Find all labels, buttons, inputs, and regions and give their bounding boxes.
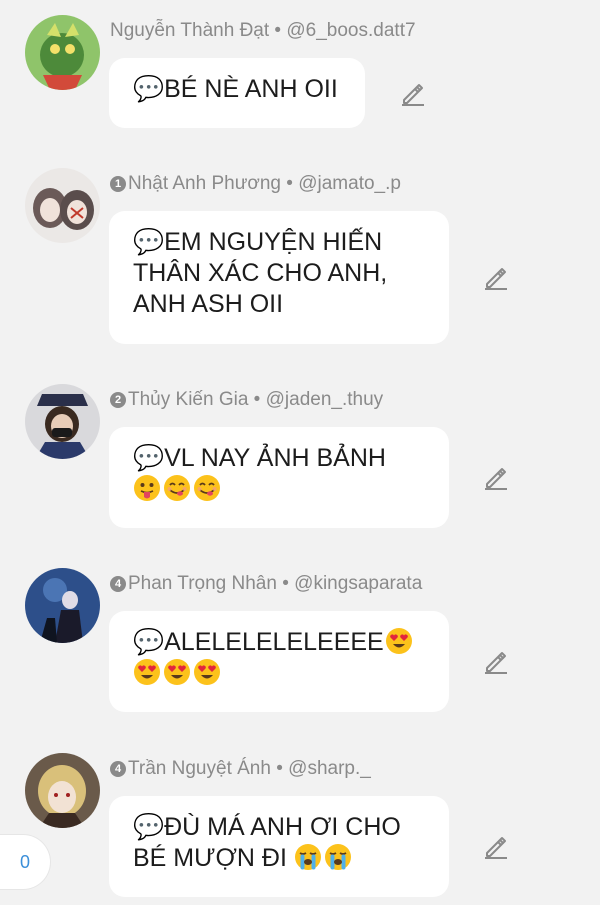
comment-bubble[interactable]: 💬ALELELELELEEEE <box>109 611 449 712</box>
emoji-line <box>133 658 425 689</box>
emoji-line <box>133 474 425 505</box>
author-handle[interactable]: @jamato_.p <box>298 173 401 194</box>
author-name[interactable]: Nhật Anh Phương <box>128 173 281 194</box>
avatar[interactable] <box>25 753 100 828</box>
comment-meta: 1 Nhật Anh Phương • @jamato_.p <box>110 173 401 195</box>
yum-face-icon <box>193 474 221 502</box>
sob-face-icon <box>294 843 322 871</box>
author-handle[interactable]: @kingsaparata <box>294 573 422 594</box>
rank-badge: 1 <box>110 176 126 192</box>
comment-text-line: 💬EM NGUYỆN HIẾN <box>133 228 383 256</box>
comment-text-line: ANH ASH OII <box>133 290 284 318</box>
sob-face-icon <box>324 843 352 871</box>
comment-bubble[interactable]: 💬EM NGUYỆN HIẾN THÂN XÁC CHO ANH, ANH AS… <box>109 211 449 344</box>
comment-bubble[interactable]: 💬ĐÙ MÁ ANH ƠI CHO BÉ MƯỢN ĐI <box>109 796 449 897</box>
rank-badge: 4 <box>110 761 126 777</box>
heart-eyes-face-icon <box>133 658 161 686</box>
comment-text-line: BÉ MƯỢN ĐI <box>133 843 425 874</box>
comment-text-line: 💬ALELELELELEEEE <box>133 627 425 658</box>
author-name[interactable]: Trần Nguyệt Ánh <box>128 758 271 779</box>
heart-eyes-face-icon <box>385 627 413 655</box>
author-name[interactable]: Phan Trọng Nhân <box>128 573 277 594</box>
avatar[interactable] <box>25 384 100 459</box>
comment-text-line: THÂN XÁC CHO ANH, <box>133 259 388 287</box>
pencil-icon[interactable] <box>482 263 510 291</box>
pencil-icon[interactable] <box>482 463 510 491</box>
yum-face-icon <box>163 474 191 502</box>
comment-text-line: 💬VL NAY ẢNH BẢNH <box>133 444 386 472</box>
comment-meta: 4 Phan Trọng Nhân • @kingsaparata <box>110 573 422 595</box>
author-handle[interactable]: @6_boos.datt7 <box>286 20 415 41</box>
comment-bubble[interactable]: 💬BÉ NÈ ANH OII <box>109 58 365 128</box>
author-name[interactable]: Thủy Kiến Gia <box>128 389 248 410</box>
pencil-icon[interactable] <box>482 832 510 860</box>
avatar[interactable] <box>25 168 100 243</box>
pencil-icon[interactable] <box>482 647 510 675</box>
author-handle[interactable]: @jaden_.thuy <box>266 389 384 410</box>
comment-meta: Nguyễn Thành Đạt • @6_boos.datt7 <box>110 20 416 41</box>
comment-text-line: 💬ĐÙ MÁ ANH ƠI CHO <box>133 813 401 841</box>
author-handle[interactable]: @sharp._ <box>288 758 371 779</box>
comment-bubble[interactable]: 💬VL NAY ẢNH BẢNH <box>109 427 449 528</box>
comment-meta: 2 Thủy Kiến Gia • @jaden_.thuy <box>110 389 383 411</box>
heart-eyes-face-icon <box>193 658 221 686</box>
avatar[interactable] <box>25 15 100 90</box>
avatar[interactable] <box>25 568 100 643</box>
rank-badge: 4 <box>110 576 126 592</box>
reaction-count-badge[interactable]: 0 <box>0 835 50 889</box>
author-name[interactable]: Nguyễn Thành Đạt <box>110 20 269 41</box>
heart-eyes-face-icon <box>163 658 191 686</box>
comment-meta: 4 Trần Nguyệt Ánh • @sharp._ <box>110 758 371 780</box>
pencil-icon[interactable] <box>399 79 427 107</box>
tongue-face-icon <box>133 474 161 502</box>
rank-badge: 2 <box>110 392 126 408</box>
comment-text: 💬BÉ NÈ ANH OII <box>133 75 338 103</box>
